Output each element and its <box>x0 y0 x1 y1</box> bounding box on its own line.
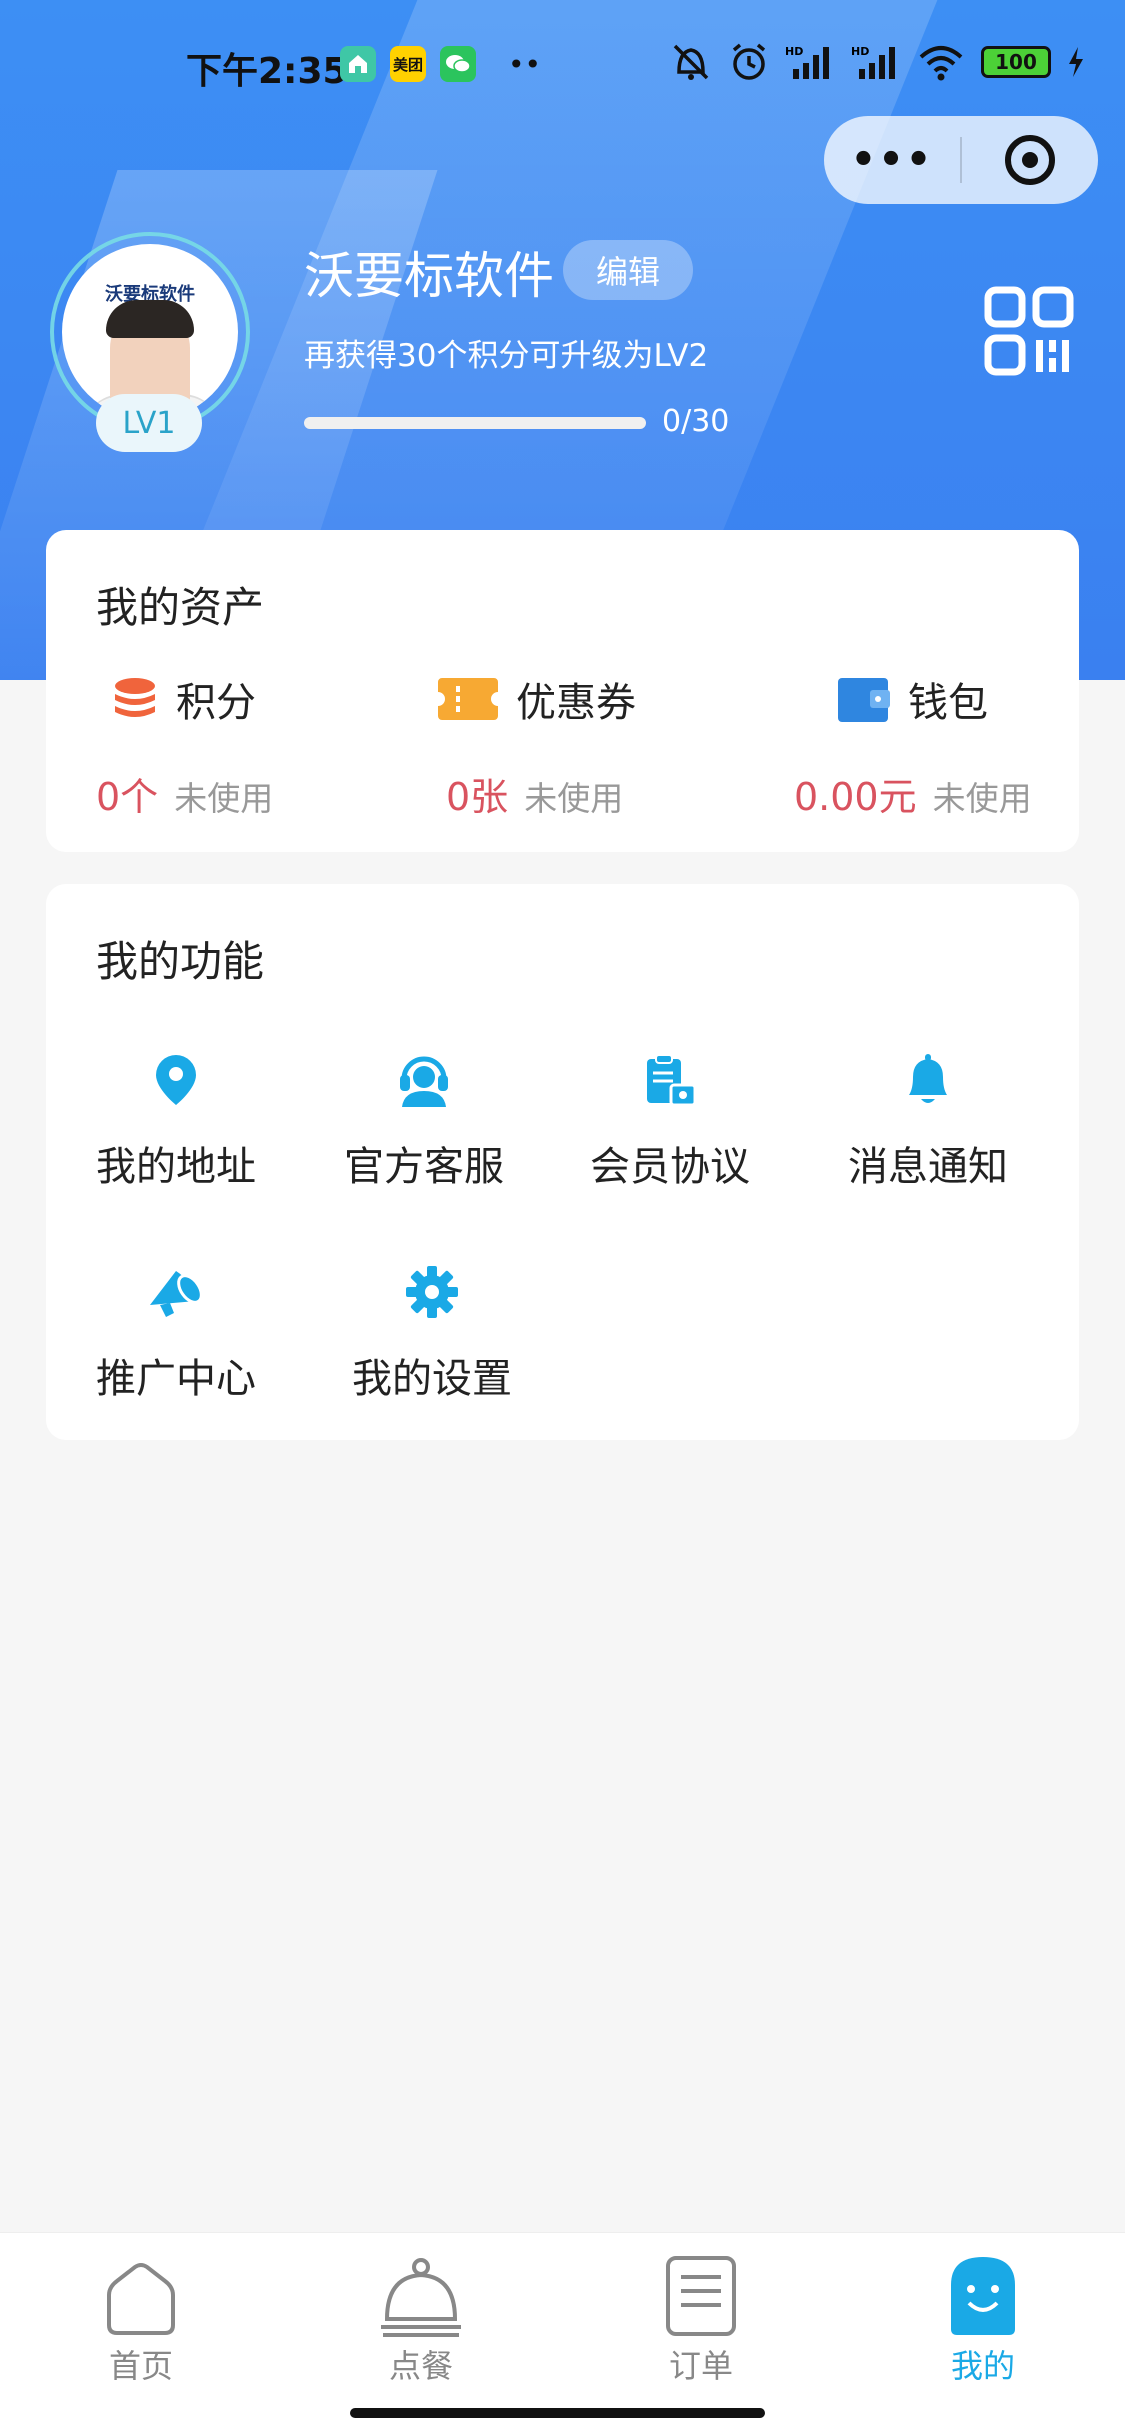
user-name: 沃要标软件 <box>304 247 554 305</box>
func-settings[interactable]: 我的设置 <box>332 1262 532 1404</box>
coins-icon <box>115 678 155 717</box>
more-notifications-icon: •• <box>508 48 542 81</box>
asset-coupons[interactable]: 优惠券 <box>436 670 636 728</box>
upgrade-hint: 再获得30个积分可升级为LV2 <box>304 338 709 374</box>
meituan-app-icon: 美团 <box>390 46 426 82</box>
location-pin-icon <box>156 1055 196 1105</box>
level-progress-text: 0/30 <box>662 404 730 439</box>
battery-icon: 100 <box>981 46 1051 78</box>
charging-icon <box>1069 47 1083 77</box>
bell-icon <box>909 1054 947 1103</box>
func-promotion-center[interactable]: 推广中心 <box>76 1262 276 1404</box>
asset-wallet[interactable]: 钱包 <box>836 670 988 728</box>
svg-text:HD: HD <box>785 45 803 58</box>
tab-home[interactable]: 首页 <box>66 2245 216 2387</box>
more-menu-button[interactable]: ••• <box>824 137 960 183</box>
smile-face-icon <box>951 2257 1015 2335</box>
order-list-icon <box>666 2256 736 2336</box>
asset-points[interactable]: 积分 <box>110 670 256 728</box>
svg-text:HD: HD <box>851 45 869 58</box>
functions-card: 我的功能 我的地址 官方客服 会员协议 消息通知 推广中心 我的设置 <box>46 884 1079 1440</box>
level-badge: LV1 <box>96 394 202 452</box>
assets-title: 我的资产 <box>96 583 265 632</box>
status-time: 下午2:35 <box>186 51 348 92</box>
house-app-icon <box>340 46 376 82</box>
ticket-icon <box>438 678 498 720</box>
qr-code-icon[interactable] <box>984 286 1074 376</box>
assets-card: 我的资产 积分 优惠券 钱包 0个 未使用 0张 未使用 0.00元 未使用 <box>46 530 1079 852</box>
gear-icon <box>406 1266 458 1318</box>
close-miniprogram-button[interactable] <box>962 135 1098 185</box>
func-address[interactable]: 我的地址 <box>76 1050 276 1192</box>
asset-label: 钱包 <box>908 680 988 726</box>
coupons-value: 0张 未使用 <box>446 775 624 819</box>
edit-profile-button[interactable]: 编辑 <box>563 240 693 300</box>
mute-bell-icon <box>673 44 709 80</box>
func-notifications[interactable]: 消息通知 <box>828 1050 1028 1192</box>
home-icon <box>107 2263 175 2335</box>
tab-mine[interactable]: 我的 <box>908 2245 1058 2387</box>
alarm-icon <box>732 43 766 80</box>
miniprogram-capsule: ••• <box>824 116 1098 204</box>
cloche-icon <box>381 2258 461 2337</box>
signal-hd-icon-1: HD <box>785 45 829 79</box>
wallet-value: 0.00元 未使用 <box>794 775 1032 819</box>
clipboard-icon <box>647 1054 697 1107</box>
tab-order-food[interactable]: 点餐 <box>346 2245 496 2387</box>
wallet-icon <box>838 678 890 722</box>
status-bar: 下午2:35 美团 •• HD HD 100 <box>0 0 1125 130</box>
asset-label: 优惠券 <box>516 680 636 726</box>
wechat-app-icon <box>440 46 476 82</box>
asset-label: 积分 <box>176 680 256 726</box>
level-progress-bar <box>304 417 646 429</box>
points-value: 0个 未使用 <box>96 775 274 819</box>
customer-service-icon <box>400 1056 448 1107</box>
tab-bar: 首页 点餐 订单 我的 <box>0 2232 1125 2436</box>
signal-hd-icon-2: HD <box>851 45 895 79</box>
target-icon <box>1005 135 1055 185</box>
functions-title: 我的功能 <box>96 937 265 986</box>
func-customer-service[interactable]: 官方客服 <box>324 1050 524 1192</box>
wifi-icon <box>919 46 963 81</box>
func-member-agreement[interactable]: 会员协议 <box>570 1050 770 1192</box>
megaphone-icon <box>150 1271 203 1317</box>
tab-orders[interactable]: 订单 <box>626 2245 776 2387</box>
home-indicator <box>350 2408 765 2418</box>
